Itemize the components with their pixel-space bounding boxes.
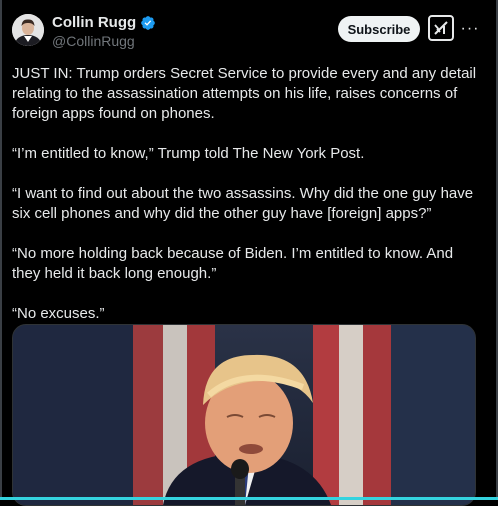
window-border-left: [0, 0, 2, 500]
tweet-header: Collin Rugg @CollinRugg Subscribe ···: [12, 12, 486, 52]
tweet-paragraph: “No excuses.”: [12, 305, 105, 322]
tweet-paragraph: “No more holding back because of Biden. …: [12, 245, 458, 282]
more-options-icon[interactable]: ···: [460, 16, 480, 42]
grok-icon[interactable]: [428, 15, 454, 41]
avatar-image: [12, 14, 44, 46]
tweet-paragraph: “I’m entitled to know,” Trump told The N…: [12, 145, 365, 162]
subscribe-button[interactable]: Subscribe: [338, 16, 420, 42]
tweet-text: JUST IN: Trump orders Secret Service to …: [12, 64, 480, 344]
author-name[interactable]: Collin Rugg: [52, 14, 136, 31]
verified-badge-icon: [141, 15, 155, 30]
video-thumbnail: [13, 325, 475, 505]
tweet-paragraph: “I want to find out about the two assass…: [12, 185, 478, 222]
author-handle[interactable]: @CollinRugg: [52, 33, 156, 49]
author-block: Collin Rugg @CollinRugg: [52, 14, 156, 49]
tweet-paragraph: JUST IN: Trump orders Secret Service to …: [12, 65, 481, 122]
avatar[interactable]: [12, 14, 44, 46]
tweet-media[interactable]: [12, 324, 476, 506]
